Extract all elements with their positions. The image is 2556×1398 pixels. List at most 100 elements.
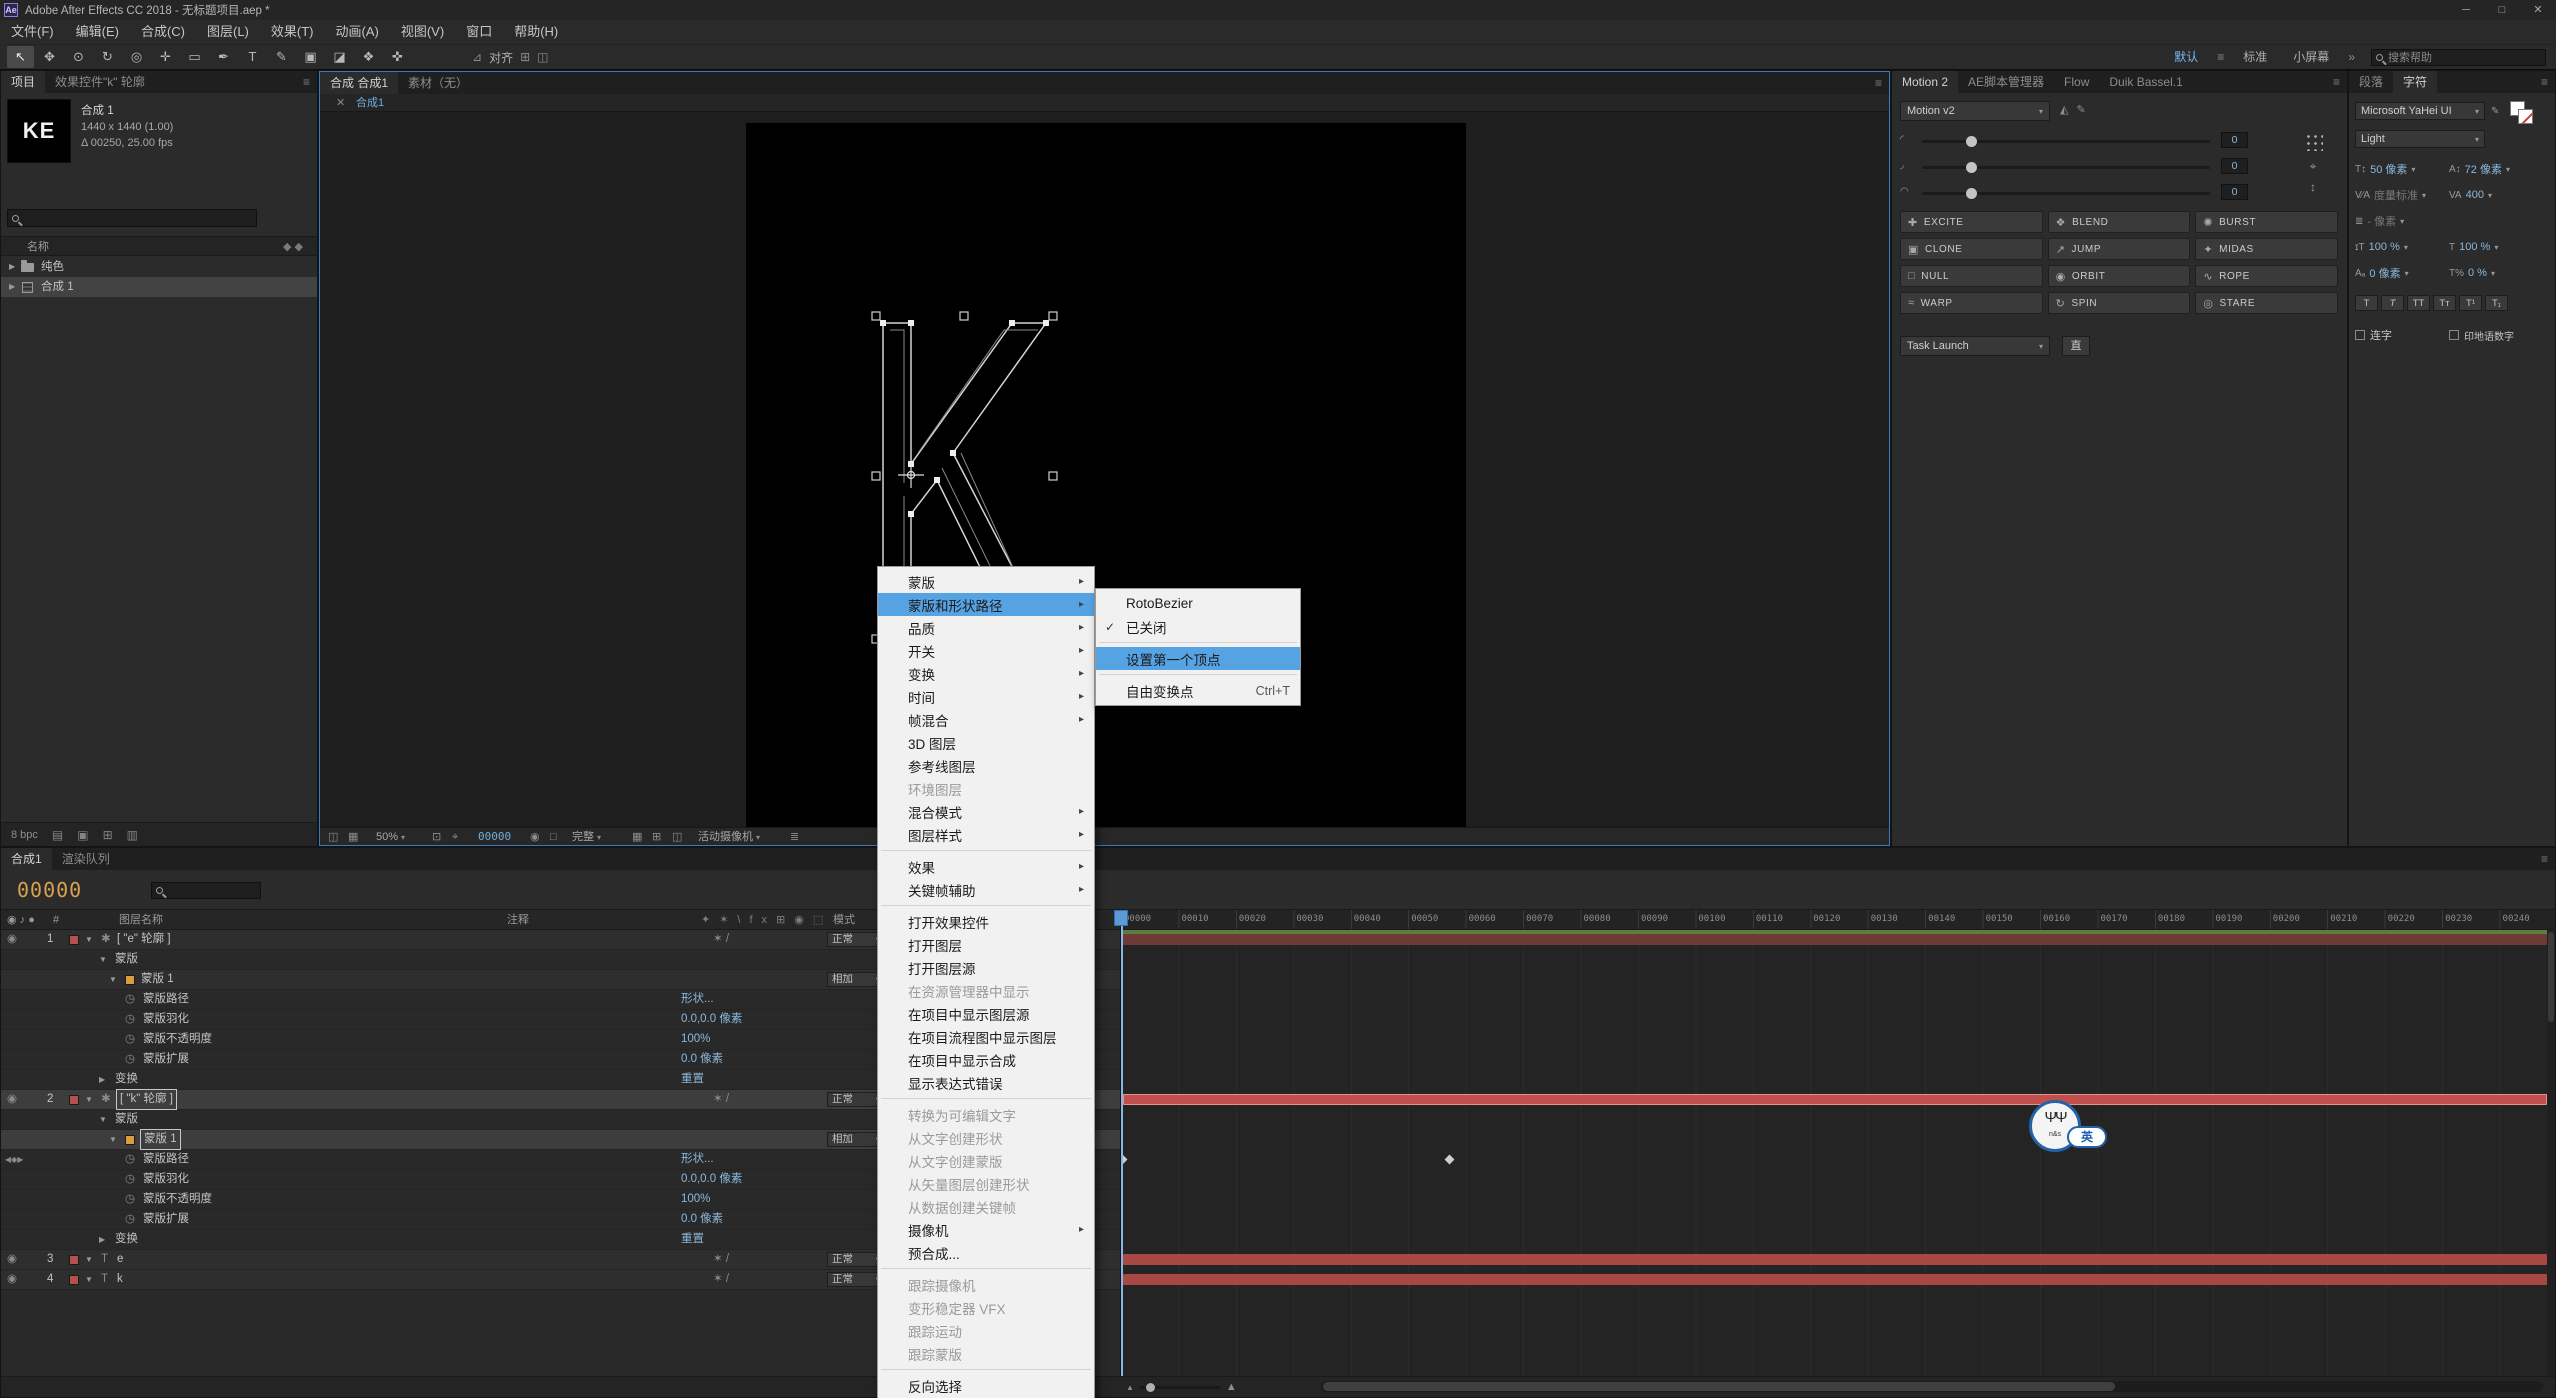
context-menu-item-时间[interactable]: 时间 ▸ [878, 685, 1094, 708]
tab-素材（无）[interactable]: 素材（无） [398, 72, 478, 94]
clone-stamp-tool[interactable]: ▣ [297, 46, 324, 68]
tab-渲染队列[interactable]: 渲染队列 [52, 848, 120, 870]
view-layout-icon[interactable]: ≣ [790, 828, 799, 846]
timeline-vertical-scrollbar[interactable] [2547, 930, 2555, 1376]
context-menu-item-开关[interactable]: 开关 ▸ [878, 639, 1094, 662]
project-footer-icon-1[interactable]: ▣ [77, 828, 88, 842]
timeline-track-row[interactable] [1121, 1010, 2547, 1030]
panel-menu-icon[interactable]: ≡ [2326, 71, 2347, 93]
grid-options-icon[interactable]: ◫ [537, 50, 548, 64]
faux-style-toggle-4[interactable]: T¹ [2459, 295, 2482, 311]
workspace-标准[interactable]: 标准 [2230, 45, 2280, 69]
bit-depth-button[interactable]: 8 bpc [11, 829, 38, 841]
layer-duration-bar[interactable] [1123, 1094, 2547, 1105]
layer-switches[interactable]: ✶ / [713, 1250, 729, 1269]
layer-duration-bar[interactable] [1123, 1254, 2547, 1265]
task-side-button[interactable]: 直 [2062, 336, 2090, 356]
current-time-display[interactable]: 00000 [478, 828, 511, 846]
expand-arrow-icon[interactable]: ▶ [99, 1070, 105, 1089]
project-search-input[interactable] [7, 209, 257, 227]
eyedropper-icon[interactable]: ✎ [2491, 106, 2499, 117]
context-menu-item-打开图层[interactable]: 打开图层 [878, 933, 1094, 956]
context-menu-item-反向选择[interactable]: 反向选择 [878, 1374, 1094, 1397]
context-menu-item-环境图层[interactable]: 环境图层 [878, 777, 1094, 800]
expand-arrow-icon[interactable]: ▼ [85, 1250, 93, 1269]
slider-knob[interactable] [1966, 188, 1977, 199]
tab-合成 合成1[interactable]: 合成 合成1 [320, 72, 399, 94]
slider-value[interactable]: 0 [2221, 132, 2248, 148]
timeline-track-row[interactable] [1121, 970, 2547, 990]
faux-style-toggle-0[interactable]: T [2355, 295, 2378, 311]
timeline-track-row[interactable] [1121, 930, 2547, 950]
kerning-field[interactable]: V∕A 度量标准 ▾ [2355, 187, 2449, 203]
baseline-shift-field[interactable]: Aₐ 0 像素 ▾ [2355, 265, 2449, 281]
show-snapshot-icon[interactable]: □ [550, 828, 557, 846]
project-item-纯色[interactable]: ▶ 纯色 [1, 257, 317, 277]
context-menu-item-自由变换点[interactable]: 自由变换点 Ctrl+T [1096, 679, 1300, 702]
anchor-widget[interactable]: ⌖ ↕ [2292, 131, 2334, 194]
slider-knob[interactable] [1966, 162, 1977, 173]
context-menu-item-摄像机[interactable]: 摄像机 ▸ [878, 1218, 1094, 1241]
context-menu-item-打开效果控件[interactable]: 打开效果控件 [878, 910, 1094, 933]
property-label[interactable]: 蒙版羽化 [143, 1170, 189, 1189]
property-label[interactable]: 蒙版扩展 [143, 1210, 189, 1229]
context-menu-item-RotoBezier[interactable]: RotoBezier [1096, 592, 1300, 615]
resolution-dropdown[interactable]: 完整 ▾ [572, 828, 601, 847]
video-visibility-icon[interactable]: ◉ [7, 1270, 17, 1289]
layer-switches[interactable]: ✶ / [713, 930, 729, 949]
project-list-header[interactable]: 名称 ◆ ◆ [1, 236, 317, 256]
layer-name[interactable]: k [117, 1270, 123, 1289]
context-menu-item-从数据创建关键帧[interactable]: 从数据创建关键帧 [878, 1195, 1094, 1218]
context-menu-item-显示表达式错误[interactable]: 显示表达式错误 [878, 1071, 1094, 1094]
slider-track[interactable] [1922, 162, 2210, 173]
context-menu-item-图层样式[interactable]: 图层样式 ▸ [878, 823, 1094, 846]
property-group-label[interactable]: 蒙版 [115, 950, 138, 969]
context-menu-item-效果[interactable]: 效果 ▸ [878, 855, 1094, 878]
timeline-track-row[interactable] [1121, 1170, 2547, 1190]
motion-slider-1[interactable]: ◞ 0 [1900, 157, 2270, 177]
menu-item-编辑(E)[interactable]: 编辑(E) [65, 20, 130, 44]
slider-track[interactable] [1922, 188, 2210, 199]
brush-tool[interactable]: ✎ [268, 46, 295, 68]
minimize-button[interactable]: ─ [2448, 0, 2484, 20]
keyframe-diamond[interactable] [1444, 1154, 1455, 1165]
preset-side-icons[interactable]: ◭✎ [2060, 103, 2094, 116]
property-value[interactable]: 形状... [681, 1150, 714, 1169]
timeline-track-row[interactable] [1121, 1190, 2547, 1210]
layer-name[interactable]: [ "e" 轮廓 ] [117, 930, 171, 949]
preset-dropdown[interactable]: Motion v2 ▾ [1900, 101, 2050, 121]
layer-name[interactable]: [ "k" 轮廓 ] [116, 1089, 177, 1110]
tab-Flow[interactable]: Flow [2054, 71, 2099, 93]
expand-vertical-icon[interactable]: ↕ [2292, 180, 2334, 194]
workspace-小屏幕[interactable]: 小屏幕 [2280, 45, 2342, 69]
context-menu-item-蒙版和形状路径[interactable]: 蒙版和形状路径 ▸ [878, 593, 1094, 616]
layer-color-swatch[interactable] [69, 1275, 79, 1285]
safe-margins-icon[interactable]: ⊡ [432, 828, 441, 846]
video-visibility-icon[interactable]: ◉ [7, 930, 17, 949]
mask-color-swatch[interactable] [125, 975, 135, 985]
expand-arrow-icon[interactable]: ▼ [109, 1130, 117, 1149]
tab-项目[interactable]: 项目 [1, 71, 46, 93]
shape-tool[interactable]: ▭ [181, 46, 208, 68]
motion-button-burst[interactable]: ✺ BURST [2195, 211, 2338, 233]
rotation-tool[interactable]: ↻ [94, 46, 121, 68]
motion-button-warp[interactable]: ≈ WARP [1900, 292, 2043, 314]
property-group-label[interactable]: 蒙版 [115, 1110, 138, 1129]
faux-style-toggle-2[interactable]: TT [2407, 295, 2430, 311]
slider-value[interactable]: 0 [2221, 184, 2248, 200]
zoom-tool[interactable]: ⊙ [65, 46, 92, 68]
context-menu-item-打开图层源[interactable]: 打开图层源 [878, 956, 1094, 979]
property-value[interactable]: 0.0 像素 [681, 1050, 723, 1069]
name-column-header[interactable]: 名称 [27, 237, 49, 257]
timeline-track-row[interactable] [1121, 1130, 2547, 1150]
motion-button-rope[interactable]: ∿ ROPE [2195, 265, 2338, 287]
pen-tool[interactable]: ✒ [210, 46, 237, 68]
context-menu-item-在资源管理器中显示[interactable]: 在资源管理器中显示 [878, 979, 1094, 1002]
layer-duration-bar[interactable] [1123, 1274, 2547, 1285]
context-menu-item-跟踪蒙版[interactable]: 跟踪蒙版 [878, 1342, 1094, 1365]
vertical-scale-field[interactable]: ɪT 100 % ▾ [2355, 241, 2449, 253]
task-launch-dropdown[interactable]: Task Launch ▾ [1900, 336, 2050, 356]
context-menu-item-已关闭[interactable]: ✓ 已关闭 [1096, 615, 1300, 638]
property-value[interactable]: 0.0,0.0 像素 [681, 1010, 742, 1029]
context-menu-item-混合模式[interactable]: 混合模式 ▸ [878, 800, 1094, 823]
